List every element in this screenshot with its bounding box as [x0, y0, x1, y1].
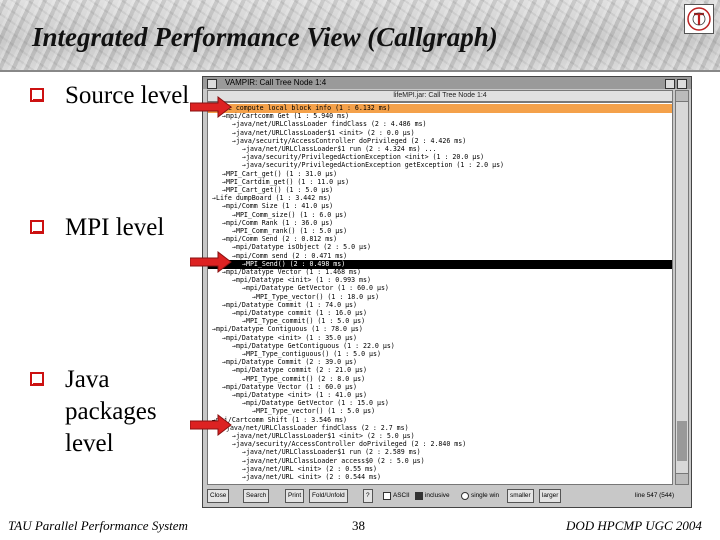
java-packages-arrow-icon	[190, 414, 232, 436]
footer-left: TAU Parallel Performance System	[8, 518, 188, 533]
window-title: VAMPIR: Call Tree Node 1:4	[225, 78, 327, 87]
call-tree-toolbar: Close Search Print Fold/Unfold ? ASCII i…	[205, 489, 689, 503]
scroll-thumb[interactable]	[677, 421, 687, 461]
vertical-scrollbar[interactable]	[675, 90, 689, 485]
close-button[interactable]: Close	[207, 489, 230, 503]
footer-right: DOD HPCMP UGC 2004	[566, 518, 702, 533]
ascii-checkbox[interactable]	[383, 492, 391, 500]
slide-title-bar: Integrated Performance View (Callgraph)	[0, 0, 720, 72]
inclusive-checkbox[interactable]	[415, 492, 423, 500]
call-tree-row[interactable]: →java/net/URL <init> (2 : 0.544 ms)	[208, 473, 672, 482]
help-button[interactable]: ?	[363, 489, 373, 503]
smaller-button[interactable]: smaller	[507, 489, 534, 503]
bullet-square-icon	[30, 88, 44, 102]
scroll-up-button[interactable]	[676, 91, 688, 102]
scroll-down-button[interactable]	[676, 473, 688, 484]
source-level-arrow-icon	[190, 96, 232, 118]
call-tree-row-label: →java/net/URL <init> (2 : 0.544 ms)	[242, 473, 381, 481]
call-tree-header: lifeMPI.jar: Call Tree Node 1:4	[207, 90, 673, 102]
mpi-level-arrow-icon	[190, 251, 232, 273]
bullet-text: Java packages level	[65, 366, 157, 457]
bullet-text: MPI level	[65, 214, 165, 241]
bullet-text: Source level	[65, 82, 190, 109]
slide-number: 38	[352, 518, 365, 533]
call-tree-view[interactable]: →Life compute local block info (1 : 6.13…	[207, 102, 673, 485]
larger-button[interactable]: larger	[539, 489, 562, 503]
single-win-label: single win	[471, 492, 500, 499]
vampir-call-tree-window: VAMPIR: Call Tree Node 1:4 lifeMPI.jar: …	[202, 76, 692, 508]
fold-unfold-button[interactable]: Fold/Unfold	[309, 489, 348, 503]
line-status: line 547 (544)	[635, 492, 675, 499]
maximize-button[interactable]	[677, 79, 687, 89]
window-title-bar[interactable]: VAMPIR: Call Tree Node 1:4	[203, 77, 691, 89]
bullet-square-icon	[30, 372, 44, 386]
minimize-button[interactable]	[665, 79, 675, 89]
inclusive-label: inclusive	[425, 492, 450, 499]
search-button[interactable]: Search	[243, 489, 270, 503]
bullet-square-icon	[30, 220, 44, 234]
print-button[interactable]: Print	[285, 489, 305, 503]
single-win-radio[interactable]	[461, 492, 469, 500]
window-menu-button[interactable]	[207, 79, 217, 89]
university-logo-icon	[684, 4, 714, 34]
slide-title: Integrated Performance View (Callgraph)	[32, 22, 498, 52]
ascii-label: ASCII	[393, 492, 410, 499]
